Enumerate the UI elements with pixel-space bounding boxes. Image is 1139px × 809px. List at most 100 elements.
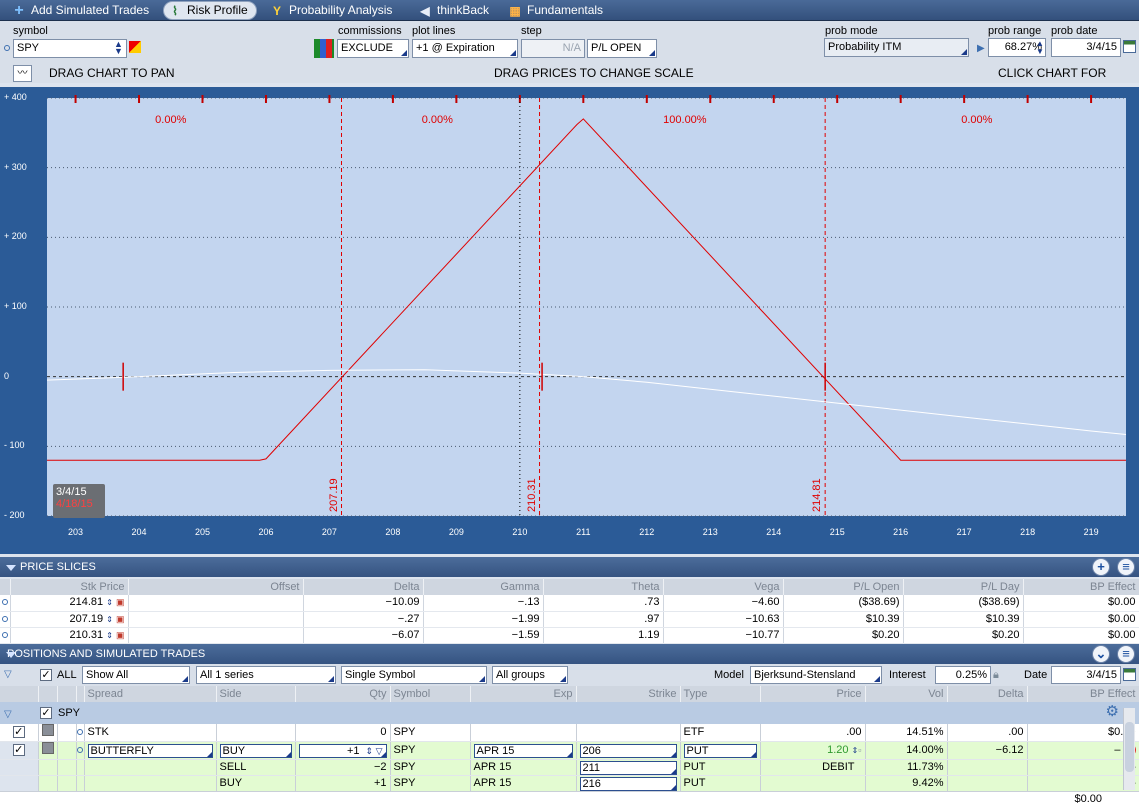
scrollbar-thumb[interactable] bbox=[1125, 722, 1134, 772]
position-cell-strike[interactable]: 216 bbox=[576, 775, 681, 792]
link-dot-icon[interactable] bbox=[77, 747, 83, 753]
position-cell-side[interactable]: SELL bbox=[216, 759, 296, 776]
groups-filter-select[interactable]: All groups bbox=[492, 666, 568, 684]
slice-header-bp-effect[interactable]: BP Effect bbox=[1023, 579, 1139, 595]
collapse-positions-button[interactable]: ⌄ bbox=[1092, 645, 1110, 663]
spinner-icon[interactable]: ⇕ bbox=[106, 615, 113, 624]
x-tick-label[interactable]: 214 bbox=[764, 527, 784, 537]
y-tick-label[interactable]: - 100 bbox=[4, 440, 44, 450]
link-dot-icon[interactable] bbox=[1, 631, 8, 638]
positions-menu-button[interactable]: ≡ bbox=[1117, 645, 1135, 663]
x-tick-label[interactable]: 218 bbox=[1018, 527, 1038, 537]
positions-header-strike[interactable]: Strike bbox=[576, 686, 681, 702]
x-tick-label[interactable]: 205 bbox=[193, 527, 213, 537]
thinkback-tab[interactable]: ◀ thinkBack bbox=[414, 1, 497, 20]
slice-cell-offset[interactable] bbox=[128, 627, 304, 644]
editable-field[interactable]: BUTTERFLY bbox=[87, 743, 213, 758]
editable-field[interactable]: 206 bbox=[579, 743, 677, 758]
position-cell-exp[interactable]: APR 15 bbox=[470, 741, 577, 760]
slice-cell-offset[interactable] bbox=[128, 611, 304, 628]
slice-header-stk-price[interactable]: Stk Price bbox=[10, 579, 129, 595]
grid-colors-icon[interactable] bbox=[314, 39, 334, 58]
group-checkbox[interactable]: ✓ bbox=[40, 707, 52, 719]
positions-header-exp[interactable]: Exp bbox=[470, 686, 577, 702]
x-tick-label[interactable]: 207 bbox=[319, 527, 339, 537]
group-row-spy[interactable]: ▽ ✓ SPY ⚙ bbox=[0, 702, 1139, 724]
position-cell-price[interactable]: DEBIT bbox=[760, 759, 866, 776]
expand-all-icon[interactable]: ▽ bbox=[4, 669, 12, 680]
editable-field[interactable]: BUY bbox=[219, 743, 292, 758]
collapse-group-icon[interactable]: ▽ bbox=[4, 707, 12, 722]
link-dot-icon[interactable] bbox=[1, 615, 8, 622]
price-slice-row[interactable]: 210.31 ⇕ ▣ −6.07 −1.59 1.19 −10.77 $0.20 $0.20… bbox=[0, 627, 1139, 644]
lock-icon[interactable]: ▣ bbox=[116, 614, 125, 624]
add-slice-button[interactable]: + bbox=[1092, 558, 1110, 576]
x-tick-label[interactable]: 206 bbox=[256, 527, 276, 537]
positions-header-price[interactable]: Price bbox=[760, 686, 866, 702]
chart-type-icon[interactable]: 〰 bbox=[13, 65, 32, 82]
position-cell-type[interactable]: PUT bbox=[680, 741, 761, 760]
position-cell-strike[interactable]: 206 bbox=[576, 741, 681, 760]
slice-cell-stk-price[interactable]: 210.31 ⇕ ▣ bbox=[10, 627, 129, 644]
probability-analysis-tab[interactable]: Y Probability Analysis bbox=[266, 1, 400, 20]
position-cell-side[interactable]: BUY bbox=[216, 775, 296, 792]
editable-field[interactable]: 211 bbox=[579, 760, 677, 775]
all-checkbox[interactable]: ✓ bbox=[40, 669, 52, 681]
y-tick-label[interactable]: + 300 bbox=[4, 162, 44, 172]
x-tick-label[interactable]: 209 bbox=[446, 527, 466, 537]
editable-field[interactable]: APR 15 bbox=[473, 743, 573, 758]
x-tick-label[interactable]: 213 bbox=[700, 527, 720, 537]
x-tick-label[interactable]: 204 bbox=[129, 527, 149, 537]
x-tick-label[interactable]: 217 bbox=[954, 527, 974, 537]
positions-header-bp-effect[interactable]: BP Effect bbox=[1027, 686, 1139, 702]
x-tick-label[interactable]: 216 bbox=[891, 527, 911, 537]
color-picker-icon[interactable] bbox=[129, 41, 141, 53]
editable-field[interactable]: +1 ⇕ ▽ bbox=[298, 743, 387, 758]
position-cell-type[interactable]: PUT bbox=[680, 775, 761, 792]
calendar-icon[interactable] bbox=[1123, 668, 1136, 681]
position-cell-exp[interactable]: APR 15 bbox=[470, 775, 577, 792]
y-tick-label[interactable]: - 200 bbox=[4, 510, 44, 520]
add-simulated-trades-button[interactable]: + Add Simulated Trades bbox=[8, 1, 157, 20]
option-leg-row[interactable]: BUY+1SPYAPR 15216PUT9.42%– bbox=[0, 775, 1139, 792]
x-tick-label[interactable]: 215 bbox=[827, 527, 847, 537]
y-tick-label[interactable]: 0 bbox=[4, 371, 44, 381]
lock-icon[interactable]: ▣ bbox=[116, 597, 125, 607]
slice-header-delta[interactable]: Delta bbox=[303, 579, 424, 595]
y-tick-label[interactable]: + 100 bbox=[4, 301, 44, 311]
x-tick-label[interactable]: 210 bbox=[510, 527, 530, 537]
price-slice-row[interactable]: 214.81 ⇕ ▣ −10.09 −.13 .73 −4.60 ($38.69) ($38… bbox=[0, 595, 1139, 612]
x-tick-label[interactable]: 203 bbox=[66, 527, 86, 537]
slice-cell-offset[interactable] bbox=[128, 595, 304, 612]
lock-icon[interactable]: ▣ bbox=[116, 630, 125, 640]
qty-spinner-icon[interactable]: ⇕ ▽ bbox=[366, 745, 383, 757]
position-cell-qty[interactable]: +1 ⇕ ▽ bbox=[295, 741, 391, 760]
position-cell-exp[interactable]: APR 15 bbox=[470, 759, 577, 776]
position-cell-spread[interactable]: BUTTERFLY bbox=[84, 741, 217, 760]
interest-field[interactable]: 0.25% bbox=[935, 666, 991, 684]
pl-mode-select[interactable]: P/L OPEN bbox=[587, 39, 657, 58]
x-tick-label[interactable]: 219 bbox=[1081, 527, 1101, 537]
position-cell-price[interactable] bbox=[760, 775, 866, 792]
row-toggle[interactable] bbox=[41, 742, 54, 754]
x-tick-label[interactable]: 211 bbox=[573, 527, 593, 537]
position-cell-price[interactable]: .00 bbox=[760, 724, 866, 742]
price-slices-header[interactable]: PRICE SLICES bbox=[0, 557, 1139, 577]
risk-profile-tab[interactable]: ⌇ Risk Profile bbox=[163, 1, 257, 20]
slice-cell-stk-price[interactable]: 207.19 ⇕ ▣ bbox=[10, 611, 129, 628]
y-tick-label[interactable]: + 200 bbox=[4, 231, 44, 241]
slice-header-theta[interactable]: Theta bbox=[543, 579, 664, 595]
slice-cell-stk-price[interactable]: 214.81 ⇕ ▣ bbox=[10, 595, 129, 612]
slice-header-p-l-open[interactable]: P/L Open bbox=[783, 579, 904, 595]
price-slice-row[interactable]: 207.19 ⇕ ▣ −.27 −1.99 .97 −10.63 $10.39 $10.39… bbox=[0, 611, 1139, 628]
position-cell-price[interactable]: 1.20 ⇕▫ bbox=[760, 741, 866, 760]
positions-header-spread[interactable]: Spread bbox=[84, 686, 217, 702]
step-field[interactable]: N/A bbox=[521, 39, 585, 58]
lock-icon[interactable]: 🔒︎ bbox=[993, 669, 999, 682]
prob-mode-select[interactable]: Probability ITM bbox=[824, 38, 969, 57]
plot-lines-select[interactable]: +1 @ Expiration bbox=[412, 39, 518, 58]
editable-field[interactable]: 216 bbox=[579, 776, 677, 791]
position-cell-strike[interactable]: 211 bbox=[576, 759, 681, 776]
position-cell-qty[interactable]: −2 bbox=[295, 759, 391, 776]
positions-header[interactable]: POSITIONS AND SIMULATED TRADES bbox=[0, 644, 1139, 664]
